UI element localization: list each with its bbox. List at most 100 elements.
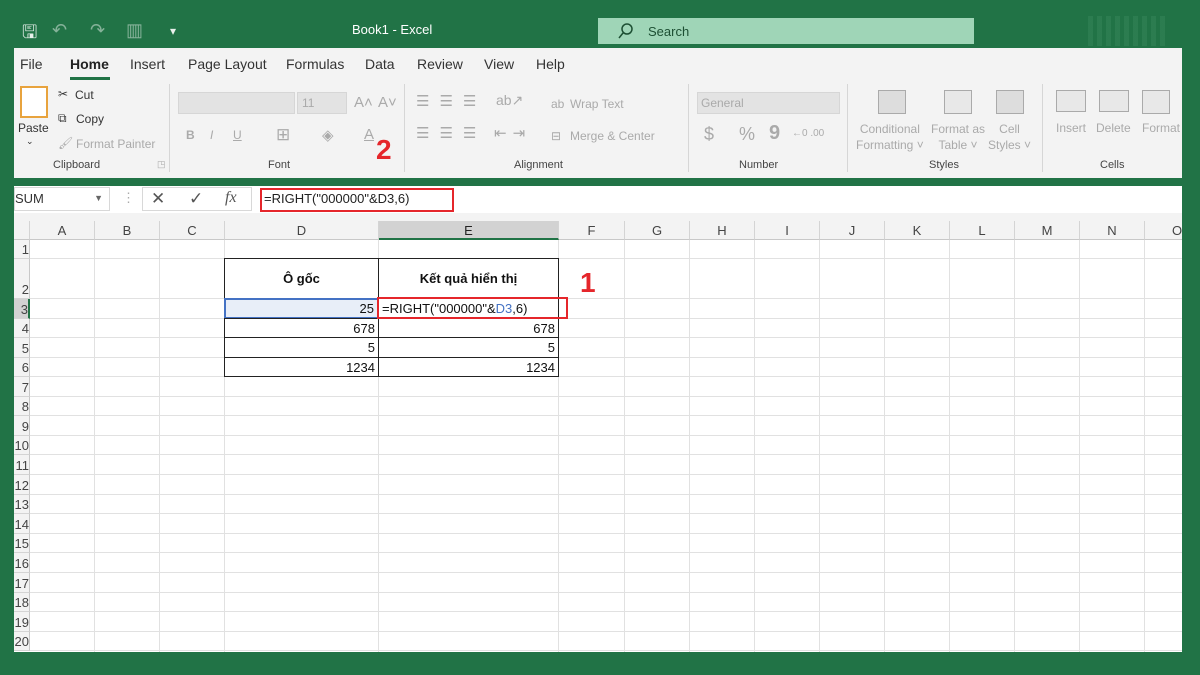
tab-review[interactable]: Review (417, 56, 463, 72)
row-header-14[interactable]: 14 (14, 514, 30, 534)
paste-dropdown-icon[interactable]: ⌄ (26, 136, 34, 147)
cell-D3[interactable]: 25 (224, 298, 379, 319)
select-all-corner[interactable] (14, 221, 30, 240)
orientation-icon[interactable]: ab↗ (496, 92, 523, 109)
tab-data[interactable]: Data (365, 56, 395, 72)
row-header-5[interactable]: 5 (14, 338, 30, 358)
cell-E5[interactable]: 5 (378, 337, 559, 358)
cell-styles-button[interactable]: Cell Styles ˅ (988, 121, 1031, 153)
row-header-18[interactable]: 18 (14, 592, 30, 613)
row-header-15[interactable]: 15 (14, 533, 30, 554)
cut-button[interactable]: Cut (75, 88, 94, 102)
insert-button[interactable]: Insert (1056, 121, 1086, 135)
save-icon[interactable]: 🖫 (22, 20, 37, 50)
row-header-17[interactable]: 17 (14, 573, 30, 593)
cell-D6[interactable]: 1234 (224, 357, 379, 377)
row-header-19[interactable]: 19 (14, 612, 30, 632)
name-box-value: SUM (15, 191, 44, 206)
row-header-2[interactable]: 2 (14, 259, 30, 299)
column-header-O[interactable]: O (1145, 221, 1182, 240)
column-header-C[interactable]: C (160, 221, 225, 240)
underline-button[interactable]: U (233, 128, 242, 142)
tab-home[interactable]: Home (70, 56, 109, 72)
vertical-align-icons[interactable]: ☰☰☰ (416, 92, 486, 110)
chevron-down-icon[interactable]: ▼ (94, 193, 103, 203)
column-header-B[interactable]: B (95, 221, 160, 240)
comma-button[interactable]: 9 (769, 122, 780, 145)
chart-icon[interactable]: ▥ (126, 20, 143, 41)
column-header-K[interactable]: K (885, 221, 950, 240)
row-header-20[interactable]: 20 (14, 631, 30, 652)
cell-D5[interactable]: 5 (224, 337, 379, 358)
bold-button[interactable]: B (186, 128, 195, 142)
column-header-L[interactable]: L (950, 221, 1015, 240)
paste-button[interactable]: Paste (18, 121, 49, 135)
cancel-icon[interactable]: ✕ (151, 189, 165, 209)
column-header-F[interactable]: F (559, 221, 625, 240)
row-header-6[interactable]: 6 (14, 358, 30, 377)
italic-button[interactable]: I (210, 128, 213, 142)
font-size-select[interactable]: 11 (297, 92, 347, 114)
cell-D4[interactable]: 678 (224, 318, 379, 338)
tab-formulas[interactable]: Formulas (286, 56, 344, 72)
undo-icon[interactable]: ↶ (52, 20, 67, 41)
row-header-9[interactable]: 9 (14, 416, 30, 436)
search-box[interactable]: Search (598, 18, 974, 44)
number-format-select[interactable]: General (697, 92, 840, 114)
column-header-N[interactable]: N (1080, 221, 1145, 240)
row-header-8[interactable]: 8 (14, 396, 30, 417)
column-header-A[interactable]: A (30, 221, 95, 240)
font-color-icon[interactable]: A (364, 126, 374, 143)
row-header-16[interactable]: 16 (14, 553, 30, 573)
column-header-J[interactable]: J (820, 221, 885, 240)
horizontal-align-icons[interactable]: ☰☰☰ (416, 124, 486, 142)
column-header-H[interactable]: H (690, 221, 755, 240)
enter-icon[interactable]: ✓ (189, 189, 203, 209)
percent-button[interactable]: % (739, 124, 755, 145)
cell-E6[interactable]: 1234 (378, 357, 559, 377)
row-header-4[interactable]: 4 (14, 319, 30, 338)
format-as-table-button[interactable]: Format as Table ˅ (931, 121, 985, 153)
tab-view[interactable]: View (484, 56, 514, 72)
drag-handle-icon[interactable]: ⋮ (122, 190, 135, 206)
copy-button[interactable]: Copy (76, 112, 104, 126)
insert-function-icon[interactable]: fx (225, 189, 237, 207)
name-box[interactable]: SUM ▼ (14, 187, 110, 211)
decrease-font-icon[interactable]: A˅ (378, 94, 397, 111)
tab-file[interactable]: File (20, 56, 43, 72)
merge-center-button[interactable]: Merge & Center (570, 129, 655, 143)
column-header-G[interactable]: G (625, 221, 690, 240)
row-header-12[interactable]: 12 (14, 475, 30, 495)
format-button[interactable]: Format (1142, 121, 1180, 135)
row-header-10[interactable]: 10 (14, 435, 30, 456)
conditional-formatting-button[interactable]: Conditional Formatting ˅ (856, 121, 924, 153)
row-header-1[interactable]: 1 (14, 240, 30, 259)
customize-quick-access-icon[interactable]: ▾ (170, 24, 176, 38)
tab-insert[interactable]: Insert (130, 56, 165, 72)
row-header-13[interactable]: 13 (14, 494, 30, 515)
indent-icons[interactable]: ⇤⇥ (494, 124, 531, 142)
column-header-I[interactable]: I (755, 221, 820, 240)
tab-help[interactable]: Help (536, 56, 565, 72)
spreadsheet-grid[interactable]: A B C D E F G H I J K L M N O 1 2 3 4 5 6 7 8 9 10 11 12 13 14 15 16 17… (14, 221, 1182, 652)
tab-page-layout[interactable]: Page Layout (188, 56, 267, 72)
column-header-E[interactable]: E (379, 221, 559, 240)
row-header-11[interactable]: 11 (14, 455, 30, 475)
decimal-icons[interactable]: ←0 .00 (792, 128, 824, 139)
row-header-7[interactable]: 7 (14, 377, 30, 397)
column-header-D[interactable]: D (225, 221, 379, 240)
fill-color-icon[interactable]: ◈ (322, 126, 334, 144)
increase-font-icon[interactable]: A˄ (354, 94, 373, 111)
row-header-3[interactable]: 3 (14, 299, 30, 319)
redo-icon[interactable]: ↷ (90, 20, 105, 41)
cell-E4[interactable]: 678 (378, 318, 559, 338)
paste-icon[interactable] (20, 86, 48, 118)
wrap-text-button[interactable]: Wrap Text (570, 97, 624, 111)
clipboard-launcher-icon[interactable]: ◳ (157, 159, 166, 170)
column-header-M[interactable]: M (1015, 221, 1080, 240)
font-name-select[interactable] (178, 92, 295, 114)
delete-button[interactable]: Delete (1096, 121, 1131, 135)
borders-icon[interactable]: ⊞ (276, 125, 290, 145)
currency-button[interactable]: $ (704, 124, 714, 145)
format-painter-button[interactable]: Format Painter (76, 137, 155, 151)
